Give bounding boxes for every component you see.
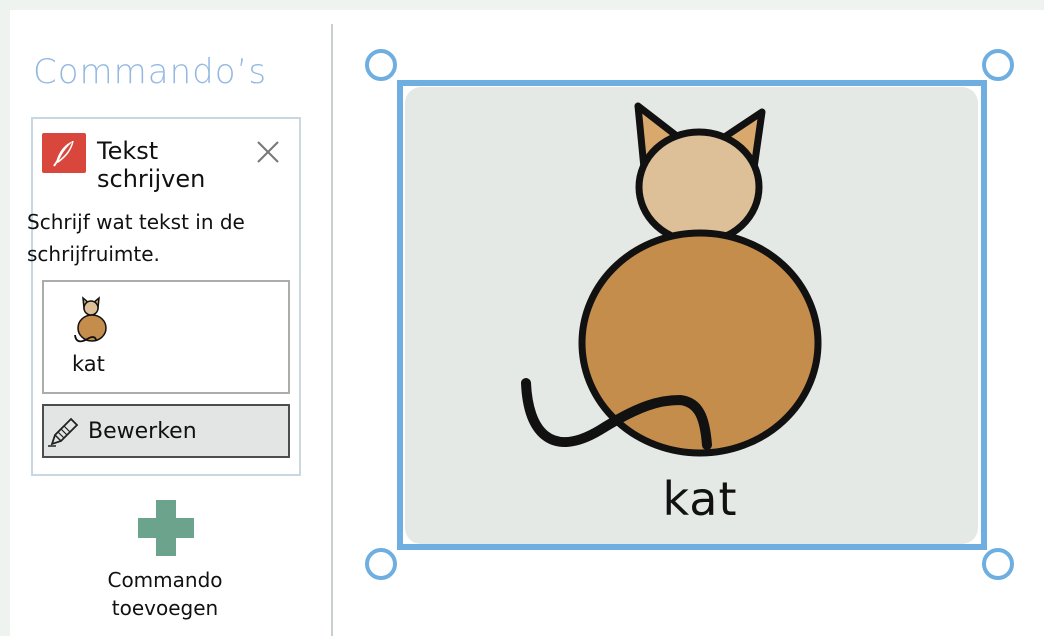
command-description: Schrijf wat tekst in de schrijfruimte. (27, 206, 301, 270)
symbol-caption: kat (72, 352, 105, 376)
add-command-button[interactable]: Commando toevoegen (90, 500, 240, 630)
edit-button[interactable]: Bewerken (42, 404, 290, 458)
resize-handle-bottom-left[interactable] (365, 548, 397, 580)
pencil-icon (48, 417, 79, 447)
edit-button-label: Bewerken (88, 418, 197, 444)
command-description-text: Schrijf wat tekst in de schrijfruimte. (27, 210, 245, 266)
resize-handle-top-left[interactable] (365, 49, 397, 81)
app-window: Commando’s Tekst schrijven Schrijf wat t… (0, 0, 1044, 636)
symbol-preview[interactable]: kat (42, 280, 290, 394)
plus-icon (138, 500, 194, 556)
quill-icon (42, 133, 86, 173)
resize-handle-bottom-right[interactable] (982, 548, 1014, 580)
command-title: Tekst schrijven (97, 137, 206, 193)
resize-handle-top-right[interactable] (982, 49, 1014, 81)
close-icon[interactable] (255, 139, 281, 165)
card-label: kat (662, 472, 738, 526)
cat-thumbnail-icon (74, 296, 107, 343)
cat-icon (521, 102, 822, 457)
add-command-label: Commando toevoegen (107, 568, 223, 620)
command-card[interactable]: Tekst schrijven Schrijf wat tekst in de … (27, 117, 301, 476)
panel-title: Commando’s (33, 52, 268, 92)
panel-divider (331, 24, 333, 636)
